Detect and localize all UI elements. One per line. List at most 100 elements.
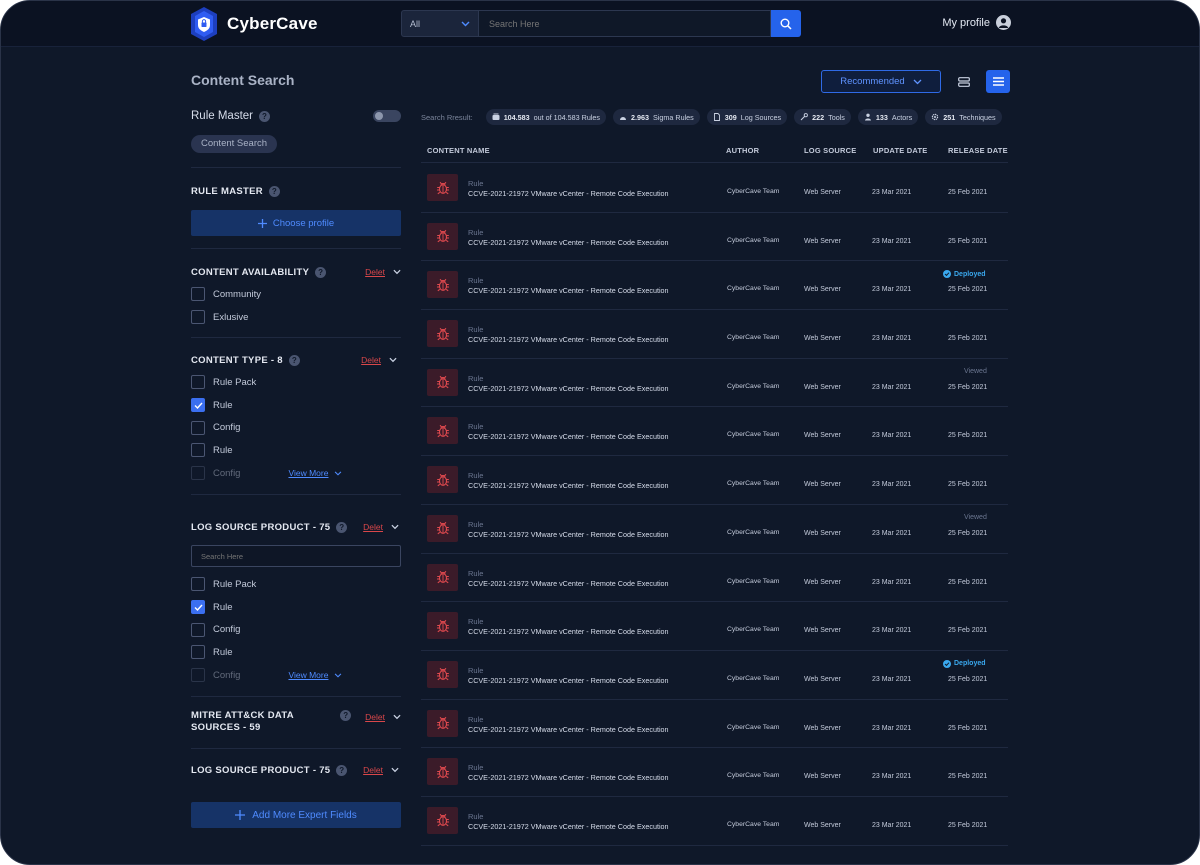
add-expert-fields-button[interactable]: Add More Expert Fields bbox=[191, 802, 401, 828]
filter-option[interactable]: Rule bbox=[191, 394, 401, 417]
filter-option[interactable]: Rule bbox=[191, 596, 401, 619]
profile-menu[interactable]: My profile bbox=[942, 15, 1011, 30]
delete-link[interactable]: Delet bbox=[365, 267, 385, 277]
log-source-search-input[interactable] bbox=[191, 545, 401, 567]
table-row[interactable]: Rule CCVE-2021-21972 VMware vCenter - Re… bbox=[421, 407, 1008, 457]
help-icon[interactable]: ? bbox=[315, 266, 327, 278]
delete-link[interactable]: Delet bbox=[361, 355, 381, 365]
table-row[interactable]: Rule CCVE-2021-21972 VMware vCenter - Re… bbox=[421, 554, 1008, 603]
row-title[interactable]: CCVE-2021-21972 VMware vCenter - Remote … bbox=[468, 238, 669, 247]
checkbox[interactable] bbox=[191, 443, 205, 458]
checkbox[interactable] bbox=[191, 577, 205, 592]
chevron-down-icon[interactable] bbox=[391, 766, 399, 774]
filter-option[interactable]: Rule Pack bbox=[191, 573, 401, 596]
row-title[interactable]: CCVE-2021-21972 VMware vCenter - Remote … bbox=[468, 822, 669, 831]
table-row[interactable]: Rule CCVE-2021-21972 VMware vCenter - Re… bbox=[421, 505, 1008, 554]
row-title[interactable]: CCVE-2021-21972 VMware vCenter - Remote … bbox=[468, 676, 669, 685]
table-row[interactable]: Rule CCVE-2021-21972 VMware vCenter - Re… bbox=[421, 456, 1008, 505]
row-type: Rule bbox=[468, 276, 484, 286]
checkbox[interactable] bbox=[191, 466, 205, 481]
table-row[interactable]: Rule CCVE-2021-21972 VMware vCenter - Re… bbox=[421, 359, 1008, 408]
chevron-down-icon[interactable] bbox=[389, 356, 397, 364]
row-log-source: Web Server bbox=[804, 335, 841, 343]
help-icon[interactable]: ? bbox=[336, 764, 348, 776]
choose-profile-button[interactable]: Choose profile bbox=[191, 210, 401, 236]
filter-option[interactable]: Config bbox=[191, 618, 401, 641]
option-label: Config bbox=[213, 624, 241, 636]
list-view-button[interactable] bbox=[986, 70, 1010, 93]
search-input[interactable] bbox=[479, 10, 771, 37]
compact-view-button[interactable] bbox=[952, 70, 976, 93]
row-title[interactable]: CCVE-2021-21972 VMware vCenter - Remote … bbox=[468, 286, 669, 295]
filter-option[interactable]: Rule bbox=[191, 439, 401, 462]
row-title[interactable]: CCVE-2021-21972 VMware vCenter - Remote … bbox=[468, 579, 669, 588]
column-header-update-date[interactable]: UPDATE DATE bbox=[873, 146, 927, 155]
table-row[interactable]: Rule CCVE-2021-21972 VMware vCenter - Re… bbox=[421, 164, 1008, 213]
checkbox[interactable] bbox=[191, 668, 205, 683]
column-header-release-date[interactable]: RELEASE DATE bbox=[948, 146, 1008, 155]
view-more-link[interactable]: View More bbox=[288, 670, 342, 680]
search-category-select[interactable]: All bbox=[401, 10, 479, 37]
help-icon[interactable]: ? bbox=[259, 110, 270, 122]
table-row[interactable]: Rule CCVE-2021-21972 VMware vCenter - Re… bbox=[421, 700, 1008, 749]
row-log-source: Web Server bbox=[804, 237, 841, 245]
view-more-link[interactable]: View More bbox=[288, 468, 342, 478]
delete-link[interactable]: Delet bbox=[363, 522, 383, 532]
filter-option[interactable]: Config View More bbox=[191, 664, 401, 687]
filter-option[interactable]: Config View More bbox=[191, 462, 401, 485]
filter-option[interactable]: Community bbox=[191, 283, 401, 306]
sort-dropdown[interactable]: Recommended bbox=[821, 70, 941, 93]
row-title[interactable]: CCVE-2021-21972 VMware vCenter - Remote … bbox=[468, 189, 669, 198]
checkbox-checked[interactable] bbox=[191, 600, 205, 615]
chevron-down-icon[interactable] bbox=[393, 713, 401, 721]
checkbox[interactable] bbox=[191, 310, 205, 325]
table-row[interactable]: Rule CCVE-2021-21972 VMware vCenter - Re… bbox=[421, 213, 1008, 262]
checkbox[interactable] bbox=[191, 287, 205, 302]
table-row[interactable]: Rule CCVE-2021-21972 VMware vCenter - Re… bbox=[421, 261, 1008, 311]
delete-link[interactable]: Delet bbox=[363, 765, 383, 775]
table-row[interactable]: Rule CCVE-2021-21972 VMware vCenter - Re… bbox=[421, 748, 1008, 797]
table-row[interactable]: Rule CCVE-2021-21972 VMware vCenter - Re… bbox=[421, 602, 1008, 651]
plus-icon bbox=[257, 218, 267, 228]
row-title[interactable]: CCVE-2021-21972 VMware vCenter - Remote … bbox=[468, 432, 669, 441]
row-title[interactable]: CCVE-2021-21972 VMware vCenter - Remote … bbox=[468, 335, 669, 344]
chevron-down-icon[interactable] bbox=[393, 268, 401, 276]
profile-label: My profile bbox=[942, 16, 990, 29]
filter-option[interactable]: Config bbox=[191, 416, 401, 439]
chevron-down-icon[interactable] bbox=[391, 523, 399, 531]
search-button[interactable] bbox=[771, 10, 801, 37]
help-icon[interactable]: ? bbox=[340, 709, 352, 721]
checkbox[interactable] bbox=[191, 645, 205, 660]
table-row[interactable]: Rule CCVE-2021-21972 VMware vCenter - Re… bbox=[421, 797, 1008, 846]
table-row[interactable]: Rule CCVE-2021-21972 VMware vCenter - Re… bbox=[421, 651, 1008, 700]
bug-icon bbox=[427, 514, 458, 542]
row-title[interactable]: CCVE-2021-21972 VMware vCenter - Remote … bbox=[468, 530, 669, 539]
row-author: CyberCave Team bbox=[727, 236, 780, 244]
row-title[interactable]: CCVE-2021-21972 VMware vCenter - Remote … bbox=[468, 384, 669, 393]
help-icon[interactable]: ? bbox=[288, 354, 300, 366]
row-title[interactable]: CCVE-2021-21972 VMware vCenter - Remote … bbox=[468, 627, 669, 636]
bug-icon bbox=[427, 806, 458, 834]
log-source-product-2-section: LOG SOURCE PRODUCT - 75? Delet bbox=[191, 748, 401, 800]
table-row[interactable]: Rule CCVE-2021-21972 VMware vCenter - Re… bbox=[421, 310, 1008, 359]
row-title[interactable]: CCVE-2021-21972 VMware vCenter - Remote … bbox=[468, 481, 669, 490]
check-icon bbox=[194, 402, 203, 409]
filter-option[interactable]: Rule Pack bbox=[191, 371, 401, 394]
row-title[interactable]: CCVE-2021-21972 VMware vCenter - Remote … bbox=[468, 773, 669, 782]
delete-link[interactable]: Delet bbox=[365, 712, 385, 722]
row-title[interactable]: CCVE-2021-21972 VMware vCenter - Remote … bbox=[468, 725, 669, 734]
column-header-log-source[interactable]: LOG SOURCE bbox=[804, 146, 856, 155]
rule-master-toggle[interactable] bbox=[373, 110, 401, 122]
content-search-pill[interactable]: Content Search bbox=[191, 135, 278, 153]
filter-option[interactable]: Exlusive bbox=[191, 306, 401, 329]
checkbox-checked[interactable] bbox=[191, 398, 205, 413]
brand[interactable]: CyberCave bbox=[190, 6, 318, 42]
column-header-name[interactable]: CONTENT NAME bbox=[427, 146, 490, 155]
filter-option[interactable]: Rule bbox=[191, 641, 401, 664]
checkbox[interactable] bbox=[191, 375, 205, 390]
help-icon[interactable]: ? bbox=[336, 521, 348, 533]
checkbox[interactable] bbox=[191, 420, 205, 435]
column-header-author[interactable]: AUTHOR bbox=[726, 146, 759, 155]
help-icon[interactable]: ? bbox=[268, 185, 280, 197]
checkbox[interactable] bbox=[191, 622, 205, 637]
